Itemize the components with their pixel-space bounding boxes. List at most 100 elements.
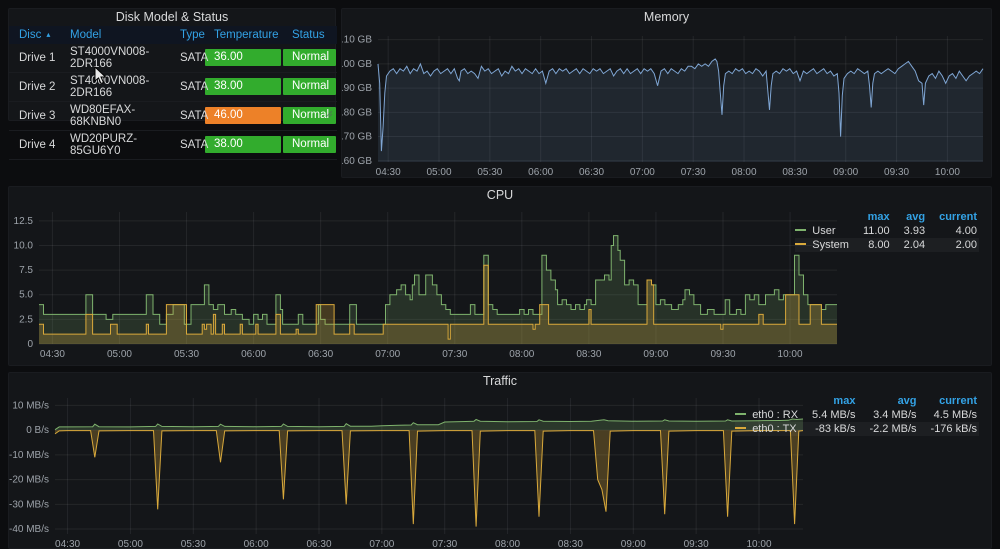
- column-header-model[interactable]: Model: [60, 26, 170, 44]
- svg-text:04:30: 04:30: [40, 349, 65, 360]
- svg-text:05:00: 05:00: [426, 167, 451, 177]
- cell-temperature: 38.00: [204, 130, 282, 160]
- cell-disc: Drive 2: [9, 72, 60, 102]
- panel-title-disk[interactable]: Disk Model & Status: [9, 9, 335, 26]
- column-header-temperature[interactable]: Temperature: [204, 26, 282, 44]
- cpu-chart[interactable]: 0 2.5 5.0 7.5 10.0 12.5 04:30 05:00 05:30 06:00 06…: [9, 204, 841, 366]
- svg-text:07:30: 07:30: [442, 349, 467, 360]
- svg-text:08:00: 08:00: [509, 349, 534, 360]
- cell-model: ST4000VN008-2DR166: [60, 44, 170, 73]
- legend-column-max[interactable]: max: [851, 210, 892, 224]
- svg-text:04:30: 04:30: [376, 167, 401, 177]
- svg-text:06:00: 06:00: [244, 539, 269, 549]
- svg-text:2.90 GB: 2.90 GB: [342, 83, 372, 94]
- table-row: Drive 1 ST4000VN008-2DR166 SATA 36.00 Normal: [9, 44, 337, 73]
- legend-value: 2.00: [955, 239, 977, 251]
- svg-text:09:30: 09:30: [710, 349, 735, 360]
- svg-text:-20 MB/s: -20 MB/s: [9, 475, 49, 486]
- cell-status: Normal: [282, 72, 337, 102]
- legend-series-eth0-rx[interactable]: eth0 : RX: [735, 408, 800, 422]
- legend-value: -176 kB/s: [930, 423, 977, 435]
- svg-text:07:00: 07:00: [369, 539, 394, 549]
- svg-text:05:30: 05:30: [181, 539, 206, 549]
- memory-chart[interactable]: 2.60 GB 2.70 GB 2.80 GB 2.90 GB 3.00 GB 3.10 …: [335, 26, 991, 178]
- svg-text:07:00: 07:00: [375, 349, 400, 360]
- svg-text:0: 0: [27, 339, 33, 350]
- legend-series-user[interactable]: User: [795, 224, 851, 238]
- panel-resize-handle-icon[interactable]: [325, 110, 333, 118]
- svg-text:06:30: 06:30: [308, 349, 333, 360]
- legend-value: 8.00: [868, 239, 890, 251]
- panel-title-traffic[interactable]: Traffic: [9, 373, 991, 390]
- traffic-chart[interactable]: 10 MB/s 0 B/s -10 MB/s -20 MB/s -30 MB/s -40 …: [9, 390, 807, 549]
- grafana-dashboard: Disk Model & Status Disc ▴ Model Type Temper…: [0, 0, 1000, 549]
- cpu-legend: max avg current User 11.00 3.93 4.00 System 8.00…: [795, 210, 979, 252]
- cell-type: SATA: [170, 44, 208, 73]
- legend-column-avg[interactable]: avg: [892, 210, 927, 224]
- table-row: Drive 4 WD20PURZ-85GU6Y0 SATA 38.00 Normal: [9, 130, 337, 160]
- cell-temperature: 38.00: [204, 72, 282, 102]
- cell-disc: Drive 1: [9, 44, 60, 73]
- svg-text:08:30: 08:30: [782, 167, 807, 177]
- panel-title-memory[interactable]: Memory: [342, 9, 991, 26]
- svg-text:07:30: 07:30: [432, 539, 457, 549]
- svg-text:12.5: 12.5: [14, 216, 34, 227]
- svg-text:08:30: 08:30: [558, 539, 583, 549]
- svg-text:0 B/s: 0 B/s: [26, 425, 49, 436]
- svg-text:07:00: 07:00: [630, 167, 655, 177]
- legend-series-system[interactable]: System: [795, 238, 851, 252]
- svg-text:3.10 GB: 3.10 GB: [342, 35, 372, 46]
- svg-text:7.5: 7.5: [19, 265, 33, 276]
- svg-text:09:00: 09:00: [621, 539, 646, 549]
- svg-text:08:00: 08:00: [732, 167, 757, 177]
- legend-row: eth0 : TX -83 kB/s -2.2 MB/s -176 kB/s: [735, 422, 979, 436]
- column-header-disc[interactable]: Disc ▴: [9, 26, 60, 44]
- svg-text:10:00: 10:00: [935, 167, 960, 177]
- legend-value: 11.00: [862, 225, 890, 237]
- legend-column-avg[interactable]: avg: [857, 394, 918, 408]
- legend-series-eth0-tx[interactable]: eth0 : TX: [735, 422, 800, 436]
- svg-text:08:00: 08:00: [495, 539, 520, 549]
- svg-text:09:30: 09:30: [884, 167, 909, 177]
- svg-text:3.00 GB: 3.00 GB: [342, 59, 372, 70]
- panel-title-cpu[interactable]: CPU: [9, 187, 991, 204]
- table-row: Drive 3 WD80EFAX-68KNBN0 SATA 46.00 Normal: [9, 101, 337, 131]
- cell-status: Normal: [282, 44, 337, 73]
- series-color-icon: [795, 243, 807, 245]
- legend-value: -83 kB/s: [815, 423, 856, 435]
- cell-disc: Drive 3: [9, 101, 60, 131]
- svg-text:10:00: 10:00: [746, 539, 771, 549]
- svg-text:09:30: 09:30: [684, 539, 709, 549]
- cell-status: Normal: [282, 130, 337, 160]
- legend-value: 4.5 MB/s: [933, 409, 977, 421]
- legend-row: System 8.00 2.04 2.00: [795, 238, 979, 252]
- svg-text:-10 MB/s: -10 MB/s: [9, 450, 49, 461]
- svg-text:10 MB/s: 10 MB/s: [12, 400, 49, 411]
- svg-text:05:00: 05:00: [107, 349, 132, 360]
- legend-value: 2.04: [903, 239, 926, 251]
- legend-value: 3.93: [903, 225, 926, 237]
- svg-text:-40 MB/s: -40 MB/s: [9, 524, 49, 535]
- panel-memory: Memory 2.60 GB 2.70 GB 2.80 GB 2.90 GB 3.00 …: [335, 8, 992, 178]
- panel-disk-model-status: Disk Model & Status Disc ▴ Model Type Temper…: [8, 8, 337, 160]
- svg-text:05:30: 05:30: [174, 349, 199, 360]
- disk-table-header-row: Disc ▴ Model Type Temperature Status: [9, 26, 337, 44]
- legend-row: User 11.00 3.93 4.00: [795, 224, 979, 238]
- svg-text:08:30: 08:30: [576, 349, 601, 360]
- svg-text:-30 MB/s: -30 MB/s: [9, 499, 49, 510]
- legend-column-max[interactable]: max: [800, 394, 857, 408]
- column-header-type[interactable]: Type: [170, 26, 205, 44]
- cell-type: SATA: [170, 101, 208, 131]
- legend-column-current[interactable]: current: [927, 210, 979, 224]
- svg-text:06:00: 06:00: [241, 349, 266, 360]
- cell-temperature: 36.00: [204, 44, 282, 73]
- cell-type: SATA: [170, 72, 208, 102]
- mouse-cursor-icon: [94, 66, 107, 85]
- svg-text:10:00: 10:00: [778, 349, 803, 360]
- cell-type: SATA: [170, 130, 208, 160]
- svg-text:09:00: 09:00: [833, 167, 858, 177]
- cell-disc: Drive 4: [9, 130, 60, 160]
- legend-column-current[interactable]: current: [919, 394, 979, 408]
- column-header-status[interactable]: Status: [282, 26, 337, 44]
- series-color-icon: [795, 229, 807, 231]
